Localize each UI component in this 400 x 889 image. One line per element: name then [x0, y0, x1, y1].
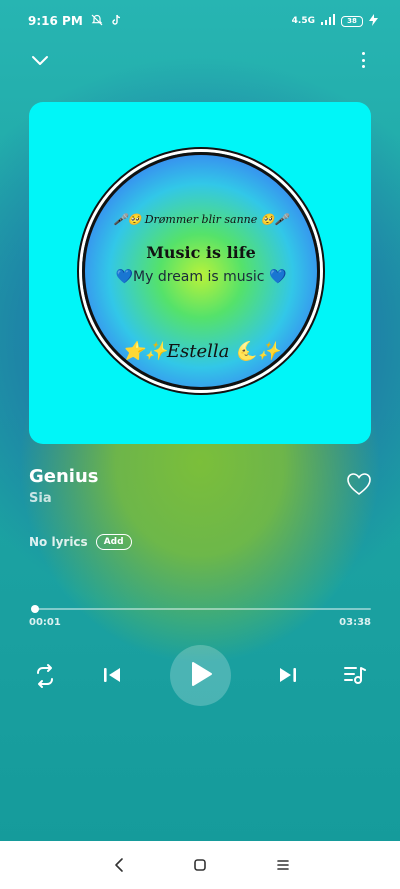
next-icon[interactable]: [277, 664, 299, 686]
album-art-line-2: Music is life: [146, 243, 256, 262]
album-art-circle: 🎤🥺 Drømmer blir sanne 🥺🎤 Music is life 💙…: [82, 152, 320, 390]
repeat-icon[interactable]: [32, 663, 58, 689]
album-art-line-1: 🎤🥺 Drømmer blir sanne 🥺🎤: [113, 213, 289, 226]
back-icon[interactable]: [112, 857, 128, 873]
lyrics-row: No lyrics Add: [29, 534, 132, 550]
player-top-bar: [0, 48, 400, 74]
total-time: 03:38: [339, 617, 371, 628]
progress-slider[interactable]: [30, 605, 371, 613]
charging-icon: [369, 13, 378, 29]
battery-level: 38: [347, 17, 357, 25]
previous-icon[interactable]: [101, 664, 123, 686]
album-art: 🎤🥺 Drømmer blir sanne 🥺🎤 Music is life 💙…: [29, 102, 371, 444]
album-art-line-4: ⭐✨Estella 🌜✨: [122, 341, 280, 362]
tiktok-icon: [111, 14, 122, 29]
playback-controls: [0, 645, 400, 707]
recents-icon[interactable]: [275, 857, 291, 873]
current-time: 00:01: [29, 617, 61, 628]
play-icon: [189, 661, 213, 691]
network-label: 4.5G: [291, 16, 315, 26]
progress-thumb[interactable]: [30, 605, 39, 613]
heart-outline-icon[interactable]: [346, 472, 372, 496]
queue-icon[interactable]: [343, 663, 367, 687]
battery-icon: 38: [341, 15, 363, 27]
lyrics-status: No lyrics: [29, 535, 88, 549]
status-left: 9:16 PM: [28, 14, 122, 29]
more-vertical-icon[interactable]: [358, 50, 368, 70]
home-icon[interactable]: [192, 857, 208, 873]
system-nav-bar: [0, 841, 400, 889]
album-art-line-3: 💙My dream is music 💙: [115, 269, 287, 285]
status-time: 9:16 PM: [28, 14, 83, 28]
track-artist[interactable]: Sia: [29, 491, 52, 506]
add-lyrics-button[interactable]: Add: [95, 534, 132, 550]
bell-off-icon: [91, 14, 103, 29]
play-button[interactable]: [170, 645, 231, 706]
status-bar: 9:16 PM 4.5G 38: [0, 0, 400, 42]
status-right: 4.5G 38: [291, 13, 378, 29]
track-title: Genius: [29, 466, 99, 487]
signal-icon: [321, 14, 335, 28]
chevron-down-icon[interactable]: [30, 50, 50, 70]
